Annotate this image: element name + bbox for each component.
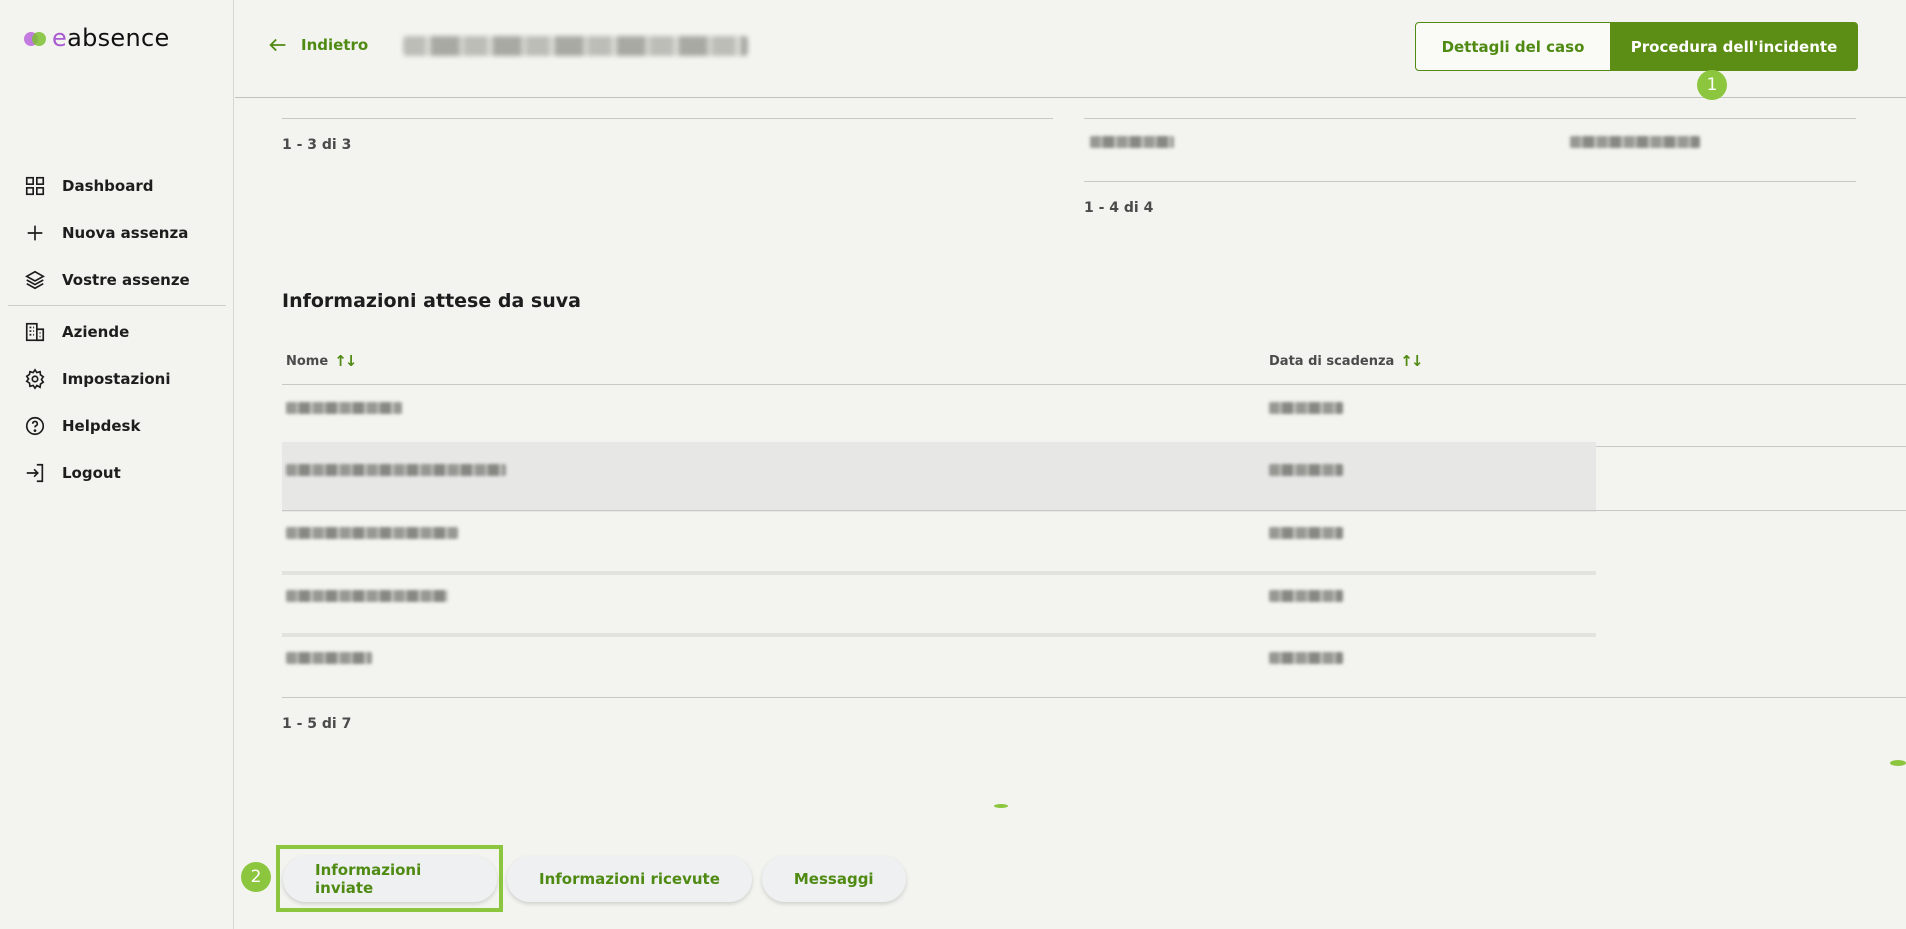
table-row[interactable]: [282, 385, 1906, 447]
case-title-redacted: [403, 36, 748, 56]
back-link[interactable]: Indietro: [267, 34, 368, 56]
logo-mark-icon: [24, 30, 46, 46]
decorative-speck: [1890, 760, 1906, 766]
sidebar-item-new-absence[interactable]: Nuova assenza: [0, 209, 234, 256]
table-row[interactable]: [282, 442, 1596, 512]
tab-messages[interactable]: Messaggi: [761, 856, 906, 902]
annotation-badge-2: 2: [241, 862, 271, 892]
row-divider: [282, 697, 1906, 698]
redacted-cell: [286, 652, 372, 664]
sidebar-nav: Dashboard Nuova assenza Vostre assenze A…: [0, 162, 234, 496]
table-divider: [1084, 181, 1856, 182]
sidebar-item-label: Nuova assenza: [62, 223, 189, 242]
sort-arrows-icon[interactable]: ↑↓: [1400, 352, 1423, 370]
back-label: Indietro: [301, 36, 369, 54]
table-row[interactable]: [282, 637, 1906, 699]
sidebar-item-label: Vostre assenze: [62, 270, 190, 289]
redacted-cell: [1269, 402, 1343, 414]
sidebar-item-helpdesk[interactable]: Helpdesk: [0, 402, 234, 449]
sidebar-item-companies[interactable]: Aziende: [0, 308, 234, 355]
sidebar-item-label: Aziende: [62, 322, 130, 341]
logo-text: eabsence: [52, 24, 170, 52]
layers-icon: [25, 270, 45, 289]
column-header-label: Data di scadenza: [1269, 353, 1395, 369]
tab-sent-information[interactable]: Informazioni inviate: [283, 856, 497, 902]
gear-icon: [25, 367, 45, 390]
sidebar-item-label: Impostazioni: [62, 369, 171, 388]
logout-icon: [26, 463, 44, 482]
redacted-cell: [1570, 136, 1700, 148]
case-details-button[interactable]: Dettagli del caso: [1415, 22, 1611, 71]
redacted-cell: [286, 402, 402, 414]
dashboard-grid-icon: [25, 176, 45, 195]
table-divider: [282, 118, 1053, 119]
table-row[interactable]: [282, 575, 1906, 637]
plus-icon: [27, 225, 43, 240]
decorative-speck: [994, 804, 1008, 808]
redacted-cell: [1090, 136, 1174, 148]
logo: eabsence: [24, 24, 170, 52]
expected-info-pager: 1 - 5 di 7: [282, 716, 352, 732]
redacted-cell: [1269, 464, 1343, 476]
redacted-cell: [1269, 590, 1343, 602]
arrow-left-icon: [269, 38, 286, 52]
sidebar-item-dashboard[interactable]: Dashboard: [0, 162, 234, 209]
sidebar-item-logout[interactable]: Logout: [0, 449, 234, 496]
redacted-cell: [286, 590, 448, 602]
redacted-cell: [1269, 527, 1343, 539]
redacted-cell: [1269, 652, 1343, 664]
sidebar-divider: [8, 305, 226, 306]
incident-procedure-button[interactable]: Procedura dell'incidente: [1610, 22, 1858, 71]
column-header-due-date[interactable]: Data di scadenza ↑↓: [1269, 352, 1423, 370]
sidebar-item-settings[interactable]: Impostazioni: [0, 355, 234, 402]
tab-received-information[interactable]: Informazioni ricevute: [507, 856, 752, 902]
redacted-cell: [286, 464, 506, 476]
building-icon: [25, 322, 45, 341]
sidebar-item-label: Helpdesk: [62, 416, 141, 435]
sort-arrows-icon[interactable]: ↑↓: [334, 352, 357, 370]
table-divider: [1084, 118, 1856, 119]
app-root: eabsence Dashboard Nuova assenza Vostre …: [0, 0, 1906, 929]
bottom-tab-bar: Informazioni inviate Informazioni ricevu…: [283, 856, 906, 902]
row-divider: [282, 510, 1906, 511]
sidebar: eabsence Dashboard Nuova assenza Vostre …: [0, 0, 234, 929]
column-header-label: Nome: [286, 353, 329, 369]
annotation-badge-1: 1: [1697, 70, 1727, 100]
sidebar-item-label: Logout: [62, 463, 121, 482]
help-circle-icon: [25, 416, 45, 435]
right-table-pager: 1 - 4 di 4: [1084, 200, 1154, 216]
sidebar-item-your-absences[interactable]: Vostre assenze: [0, 256, 234, 303]
table-row[interactable]: [282, 512, 1906, 574]
section-title: Informazioni attese da suva: [282, 290, 581, 312]
redacted-cell: [286, 527, 458, 539]
sidebar-item-label: Dashboard: [62, 176, 154, 195]
column-header-name[interactable]: Nome ↑↓: [286, 352, 357, 370]
left-table-pager: 1 - 3 di 3: [282, 137, 352, 153]
